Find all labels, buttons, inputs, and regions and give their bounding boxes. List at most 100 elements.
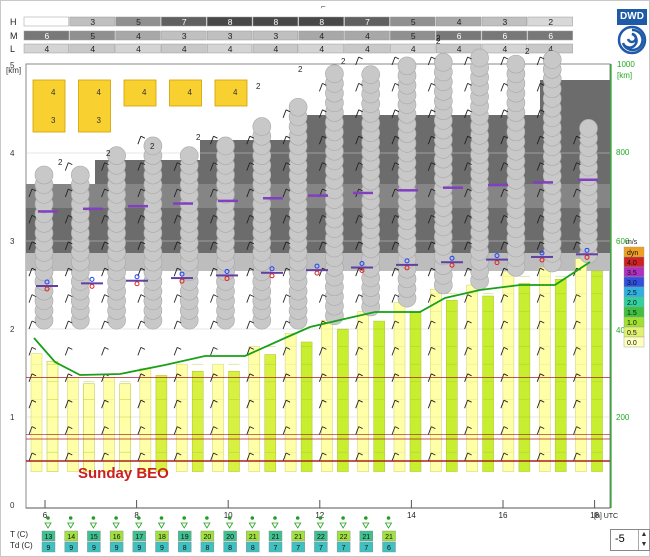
annotation-text: Sunday BEO (78, 465, 169, 482)
lift-column (284, 333, 297, 472)
octa-value: 4 (233, 88, 238, 97)
t-arrow (135, 522, 143, 529)
lift-column (337, 329, 349, 472)
t-arrow (203, 522, 211, 529)
t-value: 19 (181, 534, 189, 541)
t-arrow (362, 522, 370, 529)
small-label: 2 (58, 158, 63, 167)
t-arrow (271, 522, 279, 529)
td-value: 9 (92, 545, 96, 552)
sounding-chart: [km]54321043434 4 42222222221000[km]800600… (6, 37, 645, 520)
t-value: 21 (362, 534, 370, 541)
cloud-blob (179, 146, 199, 165)
lift-column (575, 258, 587, 472)
small-label: 2 (150, 142, 155, 151)
cloud-blob (579, 119, 598, 138)
lift-column (591, 270, 603, 472)
lift-column (175, 363, 188, 472)
lift-column (373, 320, 385, 472)
octa-box (169, 79, 202, 107)
td-value: 9 (137, 545, 141, 552)
t-value: 17 (135, 534, 143, 541)
td-value: 7 (296, 545, 300, 552)
td-value: 9 (115, 545, 119, 552)
lift-column (30, 353, 43, 472)
td-value: 7 (364, 545, 368, 552)
octa-box (78, 79, 111, 133)
right-axis-unit: [km] (617, 71, 632, 80)
t-marker (386, 516, 391, 520)
stepper-value: -5 (615, 533, 625, 545)
legend-label: 4.0 (627, 260, 637, 267)
inversion-mark (83, 207, 103, 211)
cloud-blob (216, 136, 235, 156)
inversion-mark (218, 199, 238, 203)
t-arrow (225, 522, 234, 529)
legend-label: 2.5 (627, 290, 637, 297)
cloud-blob (397, 56, 417, 76)
right-axis-tick: 1000 (617, 60, 635, 69)
t-marker (91, 516, 96, 520)
lift-column (119, 383, 131, 472)
lift-column (228, 370, 240, 472)
lift-column (248, 346, 261, 472)
inversion-mark (308, 194, 328, 197)
lift-column (554, 279, 567, 472)
legend-label: 0.0 (627, 340, 637, 347)
t-marker (295, 516, 300, 520)
small-label: 2 (525, 47, 530, 56)
cloud-blob (542, 50, 562, 70)
td-value: 8 (251, 545, 255, 552)
t-value: 15 (90, 534, 98, 541)
stepper-up-button[interactable]: ▲ (639, 530, 649, 540)
inversion-mark (263, 197, 283, 200)
td-value: 8 (205, 545, 209, 552)
t-value: 22 (340, 534, 348, 541)
inversion-mark (128, 204, 148, 208)
t-value: 20 (226, 534, 234, 541)
t-value: 21 (385, 534, 393, 541)
octa-value: 4 (142, 88, 147, 97)
small-label: 2 (436, 37, 441, 46)
wind-barb (394, 56, 400, 60)
time-offset-stepper[interactable]: -5 ▲ ▼ (610, 529, 650, 551)
td-value: 8 (228, 545, 232, 552)
td-value: 9 (160, 545, 164, 552)
lift-column (155, 375, 168, 472)
t-value: 20 (204, 534, 212, 541)
cloud-blob (288, 97, 308, 117)
lift-column (83, 383, 95, 472)
t-marker (159, 516, 164, 520)
t-arrow (293, 522, 302, 529)
t-marker (341, 516, 345, 520)
stepper-down-button[interactable]: ▼ (639, 540, 649, 550)
td-value: 7 (274, 545, 278, 552)
t-arrow (112, 522, 120, 529)
legend-label: 2.0 (627, 300, 637, 307)
wind-barb (358, 56, 363, 60)
octa-box (214, 79, 248, 107)
legend-label: 1.0 (627, 320, 637, 327)
km-axis-tick: 3 (10, 237, 15, 246)
lift-column (502, 271, 515, 472)
t-value: 21 (294, 534, 302, 541)
t-marker (364, 516, 368, 520)
km-axis-tick: 2 (10, 325, 15, 334)
legend-title: m/s (626, 239, 638, 246)
t-arrow (248, 522, 257, 529)
lift-column (409, 312, 422, 472)
t-arrow (44, 522, 52, 529)
lift-column (482, 295, 494, 472)
lift-column (191, 370, 204, 472)
t-marker (137, 516, 141, 520)
lift-column (264, 354, 277, 472)
cloud-blob (470, 48, 489, 68)
cloud-blob (433, 53, 453, 72)
t-marker (114, 516, 118, 520)
cloud-blob (34, 165, 54, 185)
small-label: 2 (106, 149, 111, 158)
cloud-blob (361, 65, 381, 84)
lift-column (212, 363, 224, 472)
lift-column (446, 299, 458, 472)
t-arrow (316, 522, 325, 529)
